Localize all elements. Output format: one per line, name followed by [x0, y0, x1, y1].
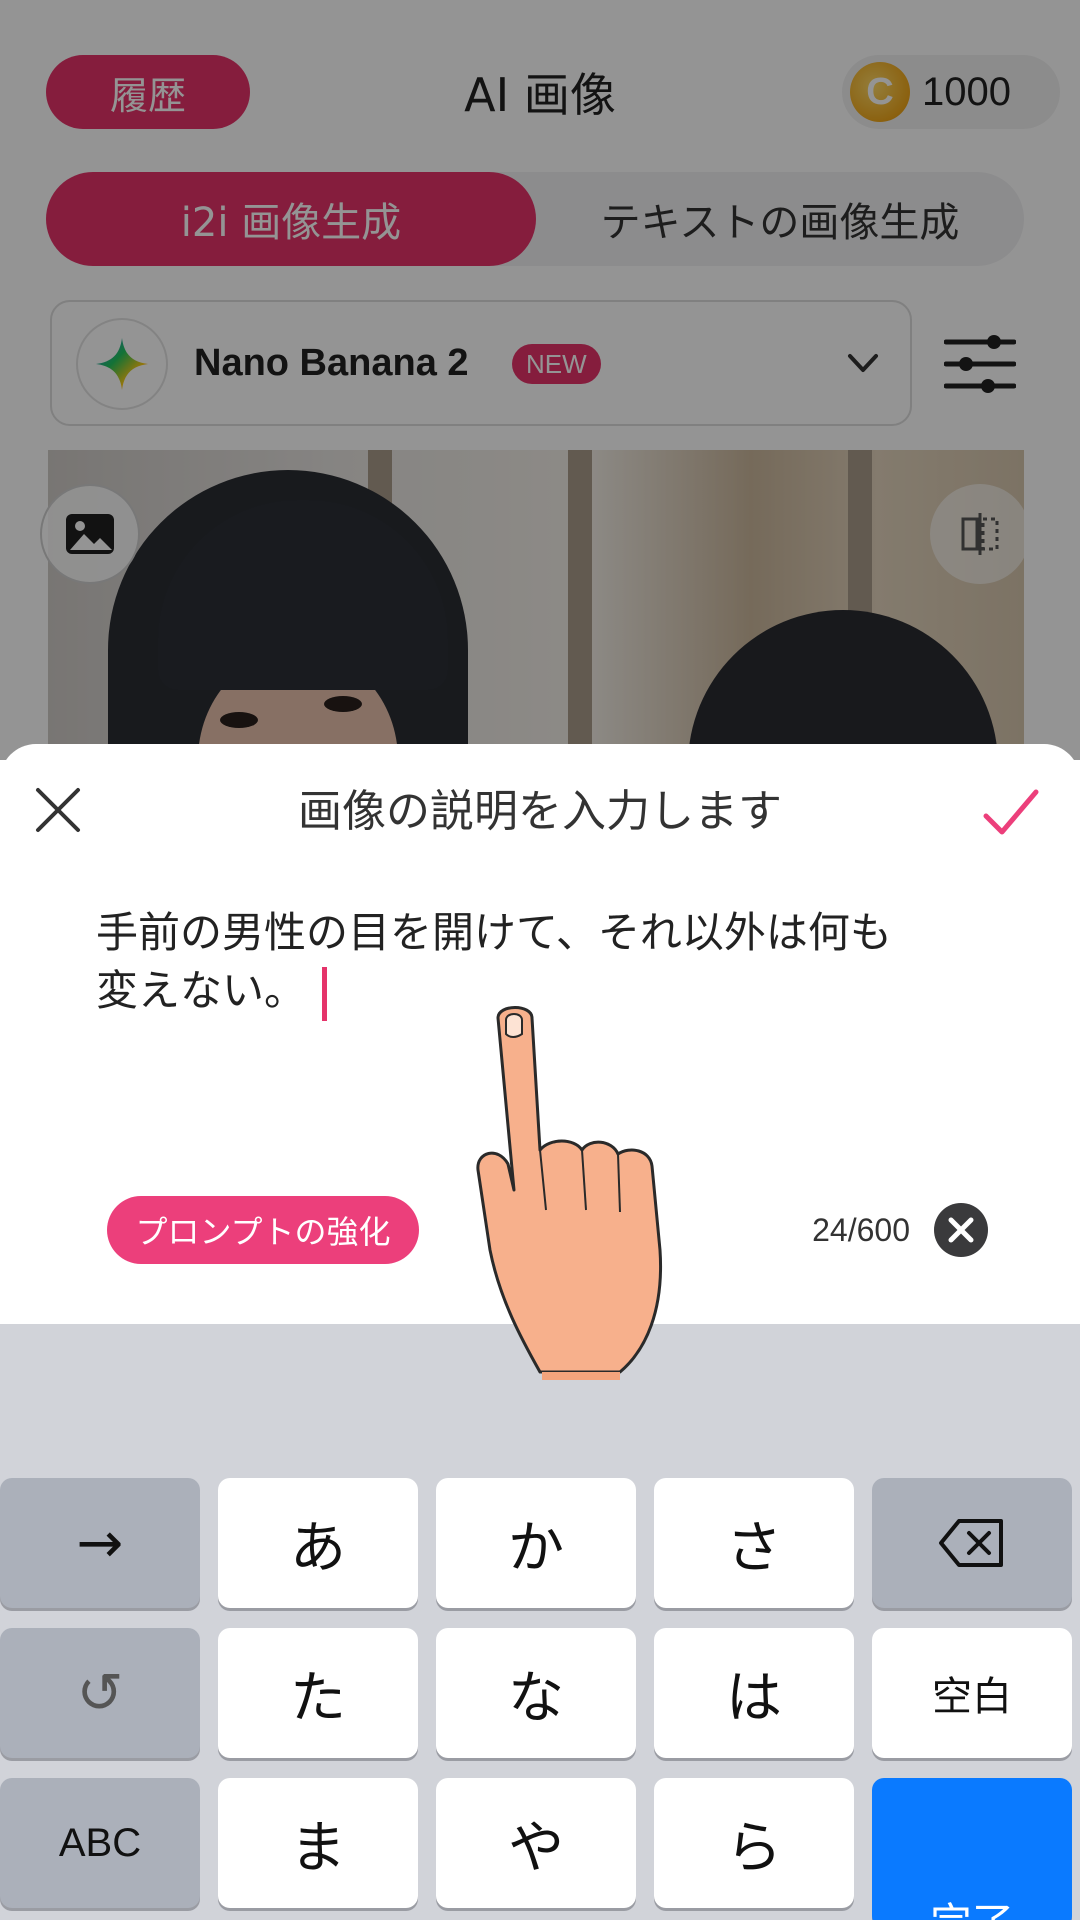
key-sa[interactable]: さ	[654, 1478, 854, 1608]
prompt-line-2: 変えない。	[96, 966, 307, 1015]
sheet-title: 画像の説明を入力します	[298, 786, 782, 837]
key-ra[interactable]: ら	[654, 1778, 854, 1908]
key-ha[interactable]: は	[654, 1628, 854, 1758]
key-ma[interactable]: ま	[218, 1778, 418, 1908]
key-undo[interactable]: ↺	[0, 1628, 200, 1758]
backspace-icon	[939, 1519, 1003, 1567]
key-backspace[interactable]	[872, 1478, 1072, 1608]
prompt-input[interactable]: 手前の男性の目を開けて、それ以外は何も 変えない。	[96, 904, 976, 1021]
clear-text-icon[interactable]	[934, 1203, 988, 1257]
key-a[interactable]: あ	[218, 1478, 418, 1608]
enhance-prompt-button[interactable]: プロンプトの強化	[107, 1196, 419, 1264]
app-screen: 履歴 AI 画像 C 1000 i2i 画像生成 テキストの画像生成 Nano …	[0, 0, 1080, 760]
prompt-sheet: 画像の説明を入力します 手前の男性の目を開けて、それ以外は何も 変えない。 プロ…	[0, 744, 1080, 1324]
key-ka[interactable]: か	[436, 1478, 636, 1608]
key-na[interactable]: な	[436, 1628, 636, 1758]
key-abc[interactable]: ABC	[0, 1778, 200, 1908]
key-ta[interactable]: た	[218, 1628, 418, 1758]
prompt-line-1: 手前の男性の目を開けて、それ以外は何も	[96, 908, 892, 957]
check-icon[interactable]	[980, 780, 1042, 842]
key-ya[interactable]: や	[436, 1778, 636, 1908]
text-caret	[322, 966, 328, 1021]
key-space[interactable]: 空白	[872, 1628, 1072, 1758]
prompt-line-2-wrap: 変えない。	[96, 962, 976, 1021]
char-counter: 24/600	[812, 1211, 910, 1248]
close-icon[interactable]	[30, 782, 86, 838]
key-next-arrow[interactable]: →	[0, 1478, 200, 1608]
dim-overlay[interactable]	[0, 0, 1080, 760]
key-done[interactable]: 完了	[872, 1778, 1072, 1920]
japanese-kana-keyboard: → あ か さ ↺ た な は 空白 ABC ま や ら 完了	[0, 1324, 1080, 1920]
